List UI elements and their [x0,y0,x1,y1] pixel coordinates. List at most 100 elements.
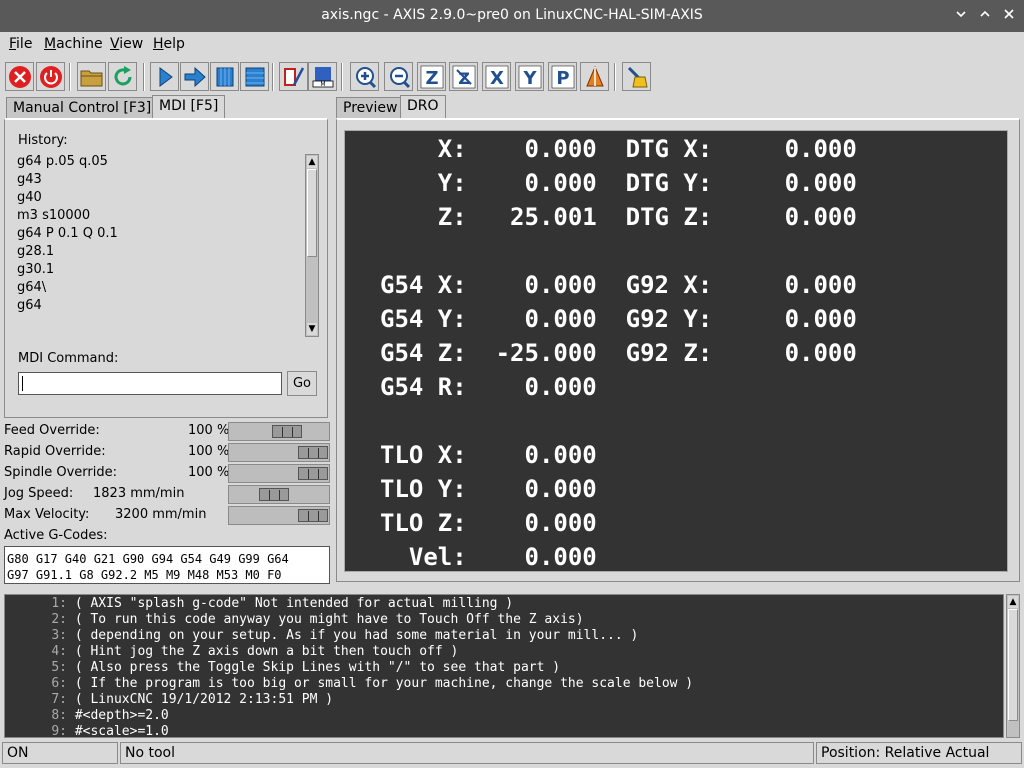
line-text: ( If the program is too big or small for… [67,676,694,691]
go-button[interactable]: Go [287,371,317,396]
dro-line: TLO X: 0.000 [380,441,597,469]
mdi-button[interactable]: M [308,62,337,91]
max-velocity-slider[interactable] [228,506,330,525]
open-file-button[interactable] [77,62,106,91]
toolbar: M Z Z X Y P [0,60,1024,94]
gcode-line[interactable]: 7: ( LinuxCNC 19/1/2012 2:13:51 PM ) [5,692,333,707]
estop-button[interactable] [5,62,34,91]
history-item[interactable]: g28.1 [17,244,54,259]
run-button[interactable] [150,62,179,91]
line-text: ( To run this code anyway you might have… [67,612,584,627]
jog-speed-slider[interactable] [228,485,330,504]
pause-button[interactable] [210,62,239,91]
gcode-scrollbar[interactable]: ▲ [1006,594,1020,738]
menu-file[interactable]: File [9,36,32,52]
gcode-line[interactable]: 2: ( To run this code anyway you might h… [5,612,584,627]
minimize-icon[interactable] [952,7,970,25]
gcodes-line: G80 G17 G40 G21 G90 G94 G54 G49 G99 G64 [7,552,289,566]
max-velocity-value: 3200 mm/min [115,507,207,522]
dro-line: Y: 0.000 DTG Y: 0.000 [380,169,857,197]
mdi-command-input[interactable] [18,372,282,395]
rapid-override-slider[interactable] [228,443,330,462]
tab-dro[interactable]: DRO [400,95,446,119]
dro-line: TLO Z: 0.000 [380,509,597,537]
gcode-line[interactable]: 8: #<depth>=2.0 [5,708,169,723]
power-icon [40,66,62,88]
line-number: 3: [51,628,67,643]
view-p-button[interactable]: P [548,62,577,91]
scroll-up-icon[interactable]: ▲ [307,156,317,168]
estop-icon [9,66,31,88]
menu-machine[interactable]: Machine [44,36,103,52]
history-item[interactable]: g64 p.05 q.05 [17,154,108,169]
dro-line: Vel: 0.000 [380,543,597,571]
gcode-line[interactable]: 3: ( depending on your setup. As if you … [5,628,638,643]
zoom-in-button[interactable] [350,62,379,91]
gcode-line[interactable]: 4: ( Hint jog the Z axis down a bit then… [5,644,458,659]
gcode-line[interactable]: 9: #<scale>=1.0 [5,724,169,739]
zoom-out-icon [390,67,411,89]
scroll-thumb[interactable] [307,169,317,257]
history-item[interactable]: g30.1 [17,262,54,277]
history-item[interactable]: g64 [17,298,42,313]
view-y-button[interactable]: Y [515,62,544,91]
rotate-view-button[interactable] [580,62,609,91]
stop-icon [245,67,265,87]
view-z-button[interactable]: Z [417,62,446,91]
step-button[interactable] [180,62,209,91]
spindle-override-value: 100 % [188,465,230,480]
maximize-icon[interactable] [976,7,994,25]
zoom-out-button[interactable] [384,62,413,91]
history-item[interactable]: g40 [17,190,42,205]
dro-line: G54 R: 0.000 [380,373,597,401]
dro-line: G54 X: 0.000 G92 X: 0.000 [380,271,857,299]
line-text: ( LinuxCNC 19/1/2012 2:13:51 PM ) [67,692,334,707]
history-item[interactable]: g64\ [17,280,46,295]
spindle-override-slider[interactable] [228,464,330,483]
view-p-icon: P [551,65,575,89]
menu-view[interactable]: View [110,36,143,52]
touch-off-button[interactable] [279,62,308,91]
max-velocity-row: Max Velocity: 3200 mm/min [4,505,330,525]
reload-button[interactable] [108,62,137,91]
view-z2-button[interactable]: Z [449,62,478,91]
mdi-command-label: MDI Command: [18,351,119,366]
history-item[interactable]: m3 s10000 [17,208,90,223]
feed-override-row: Feed Override: 100 % [4,421,330,441]
tab-preview[interactable]: Preview [336,97,405,119]
window-title: axis.ngc - AXIS 2.9.0~pre0 on LinuxCNC-H… [321,7,703,23]
gcode-listing[interactable]: 1: ( AXIS "splash g-code" Not intended f… [4,594,1004,739]
spindle-override-label: Spindle Override: [4,465,117,480]
history-scrollbar[interactable]: ▲ ▼ [305,154,319,337]
position-mode: Position: Relative Actual [816,742,1022,764]
tab-manual-control[interactable]: Manual Control [F3] [6,97,159,119]
spindle-override-row: Spindle Override: 100 % [4,463,330,483]
clear-plot-button[interactable] [622,62,651,91]
tool-status: No tool [120,742,814,764]
scroll-up-icon[interactable]: ▲ [1008,596,1018,608]
gcode-line[interactable]: 5: ( Also press the Toggle Skip Lines wi… [5,660,560,675]
dro-line: G54 Z: -25.000 G92 Z: 0.000 [380,339,857,367]
tab-mdi[interactable]: MDI [F5] [152,95,226,119]
clear-plot-icon [627,66,648,88]
gcode-line[interactable]: 1: ( AXIS "splash g-code" Not intended f… [5,596,513,611]
active-gcodes-box: G80 G17 G40 G21 G90 G94 G54 G49 G99 G64 … [4,546,330,584]
stop-button[interactable] [240,62,269,91]
gcode-line[interactable]: 6: ( If the program is too big or small … [5,676,693,691]
mdi-panel: History: g64 p.05 q.05 g43 g40 m3 s10000 g64… [4,118,328,418]
view-x-button[interactable]: X [482,62,511,91]
history-item[interactable]: g64 P 0.1 Q 0.1 [17,226,118,241]
menu-bar: File Machine View Help [0,32,1024,57]
feed-override-slider[interactable] [228,422,330,441]
scroll-thumb[interactable] [1008,609,1018,721]
history-list[interactable]: g64 p.05 q.05 g43 g40 m3 s10000 g64 P 0.1 Q … [17,154,317,334]
line-text: #<depth>=2.0 [67,708,169,723]
svg-text:Y: Y [522,68,537,89]
history-item[interactable]: g43 [17,172,42,187]
machine-power-button[interactable] [36,62,65,91]
scroll-down-icon[interactable]: ▼ [307,323,317,335]
view-z2-icon: Z [452,65,476,89]
line-text: #<scale>=1.0 [67,724,169,739]
menu-help[interactable]: Help [153,36,185,52]
close-icon[interactable] [1000,7,1018,25]
